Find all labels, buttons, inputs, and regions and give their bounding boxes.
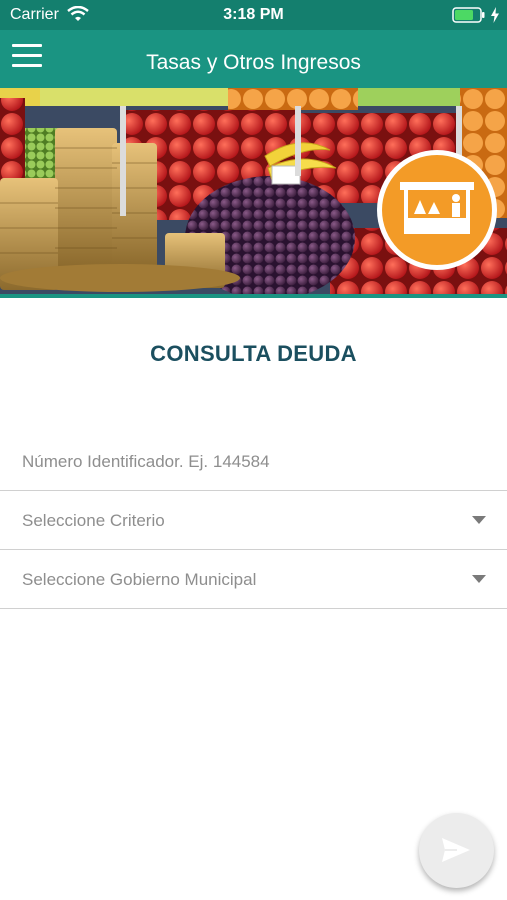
gobierno-select[interactable]: Seleccione Gobierno Municipal [0, 551, 507, 609]
submit-button[interactable] [419, 813, 494, 888]
app-title: Tasas y Otros Ingresos [146, 51, 361, 74]
criterio-select-value: Seleccione Criterio [22, 511, 165, 530]
send-icon [442, 838, 470, 862]
status-time: 3:18 PM [223, 6, 284, 23]
banner-image [0, 88, 507, 294]
charging-bolt-icon [491, 7, 499, 23]
id-number-field[interactable] [0, 433, 507, 491]
battery-icon [452, 7, 485, 23]
chevron-down-icon [472, 516, 486, 524]
section-title: CONSULTA DEUDA [150, 341, 357, 366]
app-bar: Tasas y Otros Ingresos [0, 30, 507, 88]
market-stall-icon [377, 150, 497, 270]
chevron-down-icon [472, 575, 486, 583]
status-bar: Carrier 3:18 PM [0, 0, 507, 30]
criterio-select[interactable]: Seleccione Criterio [0, 492, 507, 550]
banner-divider [0, 294, 507, 298]
id-number-input[interactable] [0, 433, 507, 490]
market-banner-illustration [0, 88, 507, 294]
gobierno-select-value: Seleccione Gobierno Municipal [22, 570, 257, 589]
